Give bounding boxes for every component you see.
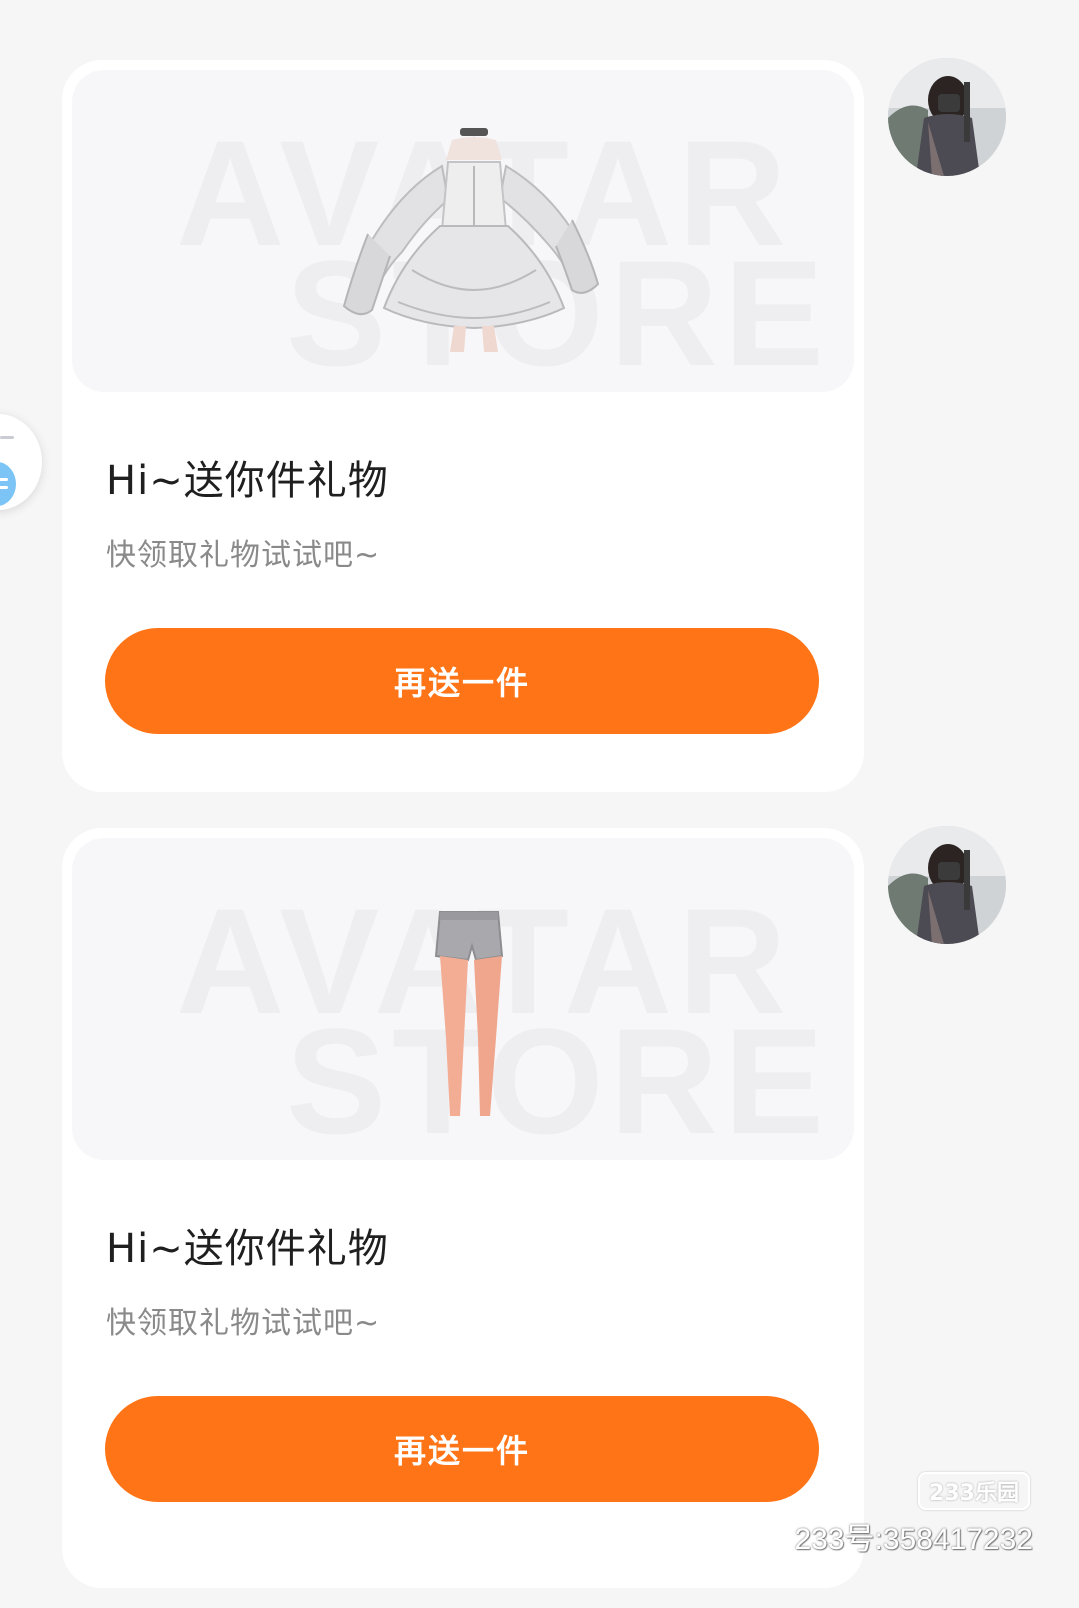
floating-assistant-button[interactable] (0, 414, 42, 510)
message-title: Hi~送你件礼物 (106, 1226, 389, 1272)
handle-icon (0, 436, 14, 439)
gift-message-card: AVATAR STORE Hi~送你件礼物 快领取礼物试试吧~ 再送一件 (62, 828, 864, 1588)
shorts-icon (434, 911, 504, 1116)
product-preview[interactable]: AVATAR STORE (72, 838, 854, 1160)
site-id-watermark: 233号:358417232 (794, 1523, 1033, 1556)
dress-icon (342, 128, 600, 352)
message-subtitle: 快领取礼物试试吧~ (106, 1306, 381, 1341)
message-subtitle: 快领取礼物试试吧~ (106, 538, 381, 573)
sender-avatar[interactable] (888, 58, 1006, 176)
user-avatar-icon (888, 826, 1006, 944)
chat-bubble-icon (0, 462, 16, 506)
send-another-button[interactable]: 再送一件 (105, 1396, 819, 1502)
sender-avatar[interactable] (888, 826, 1006, 944)
message-title: Hi~送你件礼物 (106, 458, 389, 504)
product-preview[interactable]: AVATAR STORE (72, 70, 854, 392)
send-another-button[interactable]: 再送一件 (105, 628, 819, 734)
site-logo-watermark: 233乐园 (918, 1472, 1030, 1510)
user-avatar-icon (888, 58, 1006, 176)
gift-message-card: AVATAR STORE Hi~送你件礼物 快领取礼物试试吧~ (62, 60, 864, 792)
